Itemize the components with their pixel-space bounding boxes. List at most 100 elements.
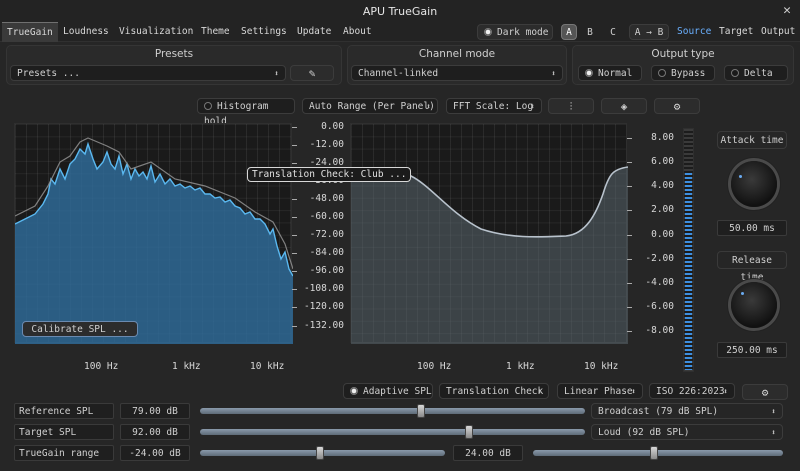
db-tick: [292, 217, 297, 218]
tab-loudness[interactable]: Loudness: [58, 22, 114, 42]
dark-mode-toggle[interactable]: Dark mode: [477, 24, 553, 40]
db-tick: [292, 326, 297, 327]
db-tick: [627, 283, 632, 284]
tab-visualization[interactable]: Visualization: [114, 22, 198, 42]
chevron-updown-icon: ⬍: [723, 387, 728, 396]
loudness-settings-button[interactable]: ⚙: [742, 384, 788, 400]
auto-range-select[interactable]: Auto Range (Per Panel) ⬍: [302, 98, 438, 114]
truegain-range-max-slider[interactable]: [533, 450, 783, 456]
truegain-range-min-value[interactable]: -24.00 dB: [120, 445, 190, 461]
output-level-meter: [683, 128, 694, 372]
freq-label-1khz: 1 kHz: [506, 361, 535, 372]
truegain-range-min-handle[interactable]: [316, 446, 324, 460]
translation-check-value: Translation Check: [446, 386, 544, 397]
release-time-label: Release time: [717, 251, 787, 283]
db-tick: [292, 289, 297, 290]
db-tick: [627, 331, 632, 332]
output-normal-label: Normal: [598, 68, 633, 79]
db-tick-label: -8.00: [645, 325, 674, 336]
attack-time-value[interactable]: 50.00 ms: [717, 220, 787, 236]
chevron-updown-icon: ⬍: [530, 102, 535, 111]
output-delta-option[interactable]: Delta: [724, 65, 788, 81]
histogram-hold-toggle[interactable]: Histogram hold: [197, 98, 295, 127]
tab-settings[interactable]: Settings: [236, 22, 292, 42]
calibrate-spl-button[interactable]: Calibrate SPL ...: [22, 321, 138, 337]
ab-slot-c-button[interactable]: C: [605, 24, 621, 40]
truegain-range-max-handle[interactable]: [650, 446, 658, 460]
target-spl-slider[interactable]: [200, 429, 585, 435]
freq-label-100hz: 100 Hz: [84, 361, 119, 372]
attack-time-knob[interactable]: [731, 161, 777, 207]
db-tick: [627, 210, 632, 211]
presets-value: Presets ...: [17, 68, 80, 79]
gear-icon: ⚙: [761, 386, 769, 399]
monitor-source[interactable]: Source: [672, 22, 716, 42]
output-normal-option[interactable]: Normal: [578, 65, 642, 81]
output-bypass-option[interactable]: Bypass: [651, 65, 715, 81]
radio-off-icon: [658, 68, 666, 77]
close-icon[interactable]: ✕: [783, 3, 791, 18]
release-time-value[interactable]: 250.00 ms: [717, 342, 787, 358]
db-tick: [627, 235, 632, 236]
db-tick-label: -48.00: [309, 193, 344, 204]
reference-spl-slider-handle[interactable]: [417, 404, 425, 418]
db-tick: [292, 163, 297, 164]
monitor-output[interactable]: Output: [756, 22, 800, 42]
fft-scale-value: FFT Scale: Log: [453, 101, 534, 112]
translation-check-tooltip[interactable]: Translation Check: Club ...: [247, 167, 412, 182]
target-spl-preset-select[interactable]: Loud (92 dB SPL) ⬍: [591, 424, 783, 440]
channel-mode-select[interactable]: Channel-linked ⬍: [351, 65, 563, 81]
target-spl-value[interactable]: 92.00 dB: [120, 424, 190, 440]
window-title: APU TrueGain: [362, 5, 438, 18]
phase-value: Linear Phase: [564, 386, 633, 397]
chevron-updown-icon: ⬍: [551, 69, 556, 78]
truegain-range-max-value[interactable]: 24.00 dB: [453, 445, 523, 461]
db-tick-label: 0.00: [651, 229, 674, 240]
iso-standard-value: ISO 226:2023: [656, 386, 725, 397]
waveform-view-button[interactable]: ⫶: [548, 98, 594, 114]
tab-about[interactable]: About: [338, 22, 377, 42]
iso-standard-select[interactable]: ISO 226:2023 ⬍: [649, 383, 735, 399]
edit-preset-button[interactable]: ✎: [290, 65, 334, 81]
reference-spl-slider[interactable]: [200, 408, 585, 414]
spectrum-panel: [14, 123, 293, 344]
fft-scale-select[interactable]: FFT Scale: Log ⬍: [446, 98, 542, 114]
output-level-meter-fill: [685, 173, 692, 370]
layers-icon: ◈: [620, 100, 628, 113]
db-tick-label: -84.00: [309, 247, 344, 258]
tab-theme[interactable]: Theme: [196, 22, 235, 42]
output-bypass-label: Bypass: [671, 68, 706, 79]
release-time-knob[interactable]: [731, 282, 777, 328]
db-tick: [292, 253, 297, 254]
phase-select[interactable]: Linear Phase ⬍: [557, 383, 643, 399]
tab-update[interactable]: Update: [292, 22, 336, 42]
radio-on-icon: [585, 68, 593, 77]
target-spl-slider-handle[interactable]: [465, 425, 473, 439]
reference-spl-preset-value: Broadcast (79 dB SPL): [598, 406, 719, 417]
tab-truegain[interactable]: TrueGain: [2, 22, 58, 42]
ab-slot-b-button[interactable]: B: [582, 24, 598, 40]
freq-label-100hz: 100 Hz: [417, 361, 452, 372]
monitor-target[interactable]: Target: [714, 22, 758, 42]
reference-spl-label: Reference SPL: [14, 403, 114, 419]
presets-select[interactable]: Presets ... ⬍: [10, 65, 286, 81]
gain-curve-panel: [350, 123, 628, 344]
pencil-icon: ✎: [308, 67, 316, 80]
translation-check-select[interactable]: Translation Check ⬍: [439, 383, 549, 399]
radio-off-icon: [731, 68, 739, 77]
adaptive-spl-toggle[interactable]: Adaptive SPL: [343, 383, 433, 399]
layers-button[interactable]: ◈: [601, 98, 647, 114]
reference-spl-value[interactable]: 79.00 dB: [120, 403, 190, 419]
settings-button[interactable]: ⚙: [654, 98, 700, 114]
reference-spl-preset-select[interactable]: Broadcast (79 dB SPL) ⬍: [591, 403, 783, 419]
ab-copy-button[interactable]: A → B: [629, 24, 669, 40]
ab-slot-a-button[interactable]: A: [561, 24, 577, 40]
spectrum-graph: [15, 137, 293, 344]
db-tick-label: -2.00: [645, 253, 674, 264]
freq-label-10khz: 10 kHz: [250, 361, 285, 372]
db-tick-label: -4.00: [645, 277, 674, 288]
db-tick-label: -96.00: [309, 265, 344, 276]
auto-range-value: Auto Range (Per Panel): [309, 101, 435, 112]
db-tick-label: -60.00: [309, 211, 344, 222]
db-tick-label: -132.00: [303, 320, 344, 331]
